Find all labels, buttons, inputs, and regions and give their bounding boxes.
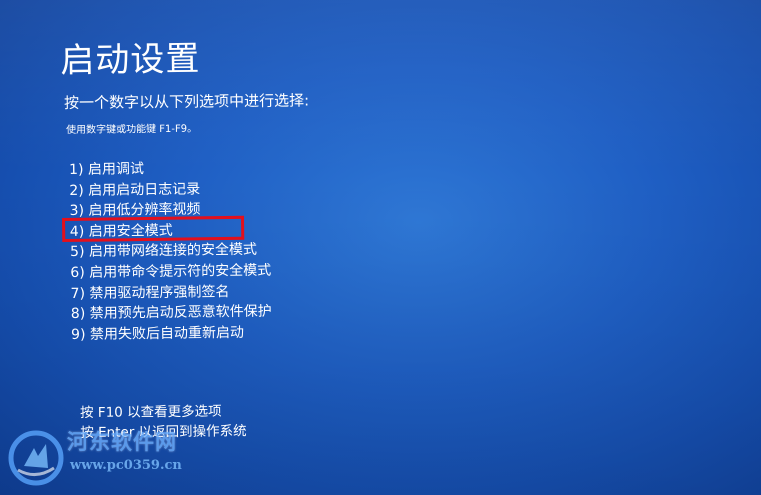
- hint-text: 使用数字键或功能键 F1-F9。: [66, 123, 198, 136]
- instruction-text: 按一个数字以从下列选项中进行选择:: [64, 91, 310, 112]
- option-enable-boot-logging[interactable]: 2) 启用启动日志记录: [69, 178, 270, 201]
- watermark-logo-icon: [8, 430, 64, 486]
- page-title: 启动设置: [60, 39, 201, 81]
- option-safe-mode-command-prompt[interactable]: 6) 启用带命令提示符的安全模式: [70, 261, 271, 284]
- option-enable-debugging[interactable]: 1) 启用调试: [69, 158, 270, 181]
- watermark-name: 河东软件网: [67, 429, 177, 454]
- startup-options-list: 1) 启用调试 2) 启用启动日志记录 3) 启用低分辨率视频 4) 启用安全模…: [69, 158, 272, 346]
- safe-mode-highlight-box: [62, 215, 245, 242]
- option-disable-driver-signature[interactable]: 7) 禁用驱动程序强制签名: [71, 281, 272, 304]
- watermark-url: www.pc0359.cn: [70, 458, 182, 473]
- option-safe-mode-networking[interactable]: 5) 启用带网络连接的安全模式: [70, 240, 271, 263]
- option-disable-auto-restart[interactable]: 9) 禁用失败后自动重新启动: [71, 322, 272, 345]
- option-disable-early-antimalware[interactable]: 8) 禁用预先启动反恶意软件保护: [71, 302, 272, 325]
- watermark: 河东软件网 www.pc0359.cn: [4, 420, 234, 490]
